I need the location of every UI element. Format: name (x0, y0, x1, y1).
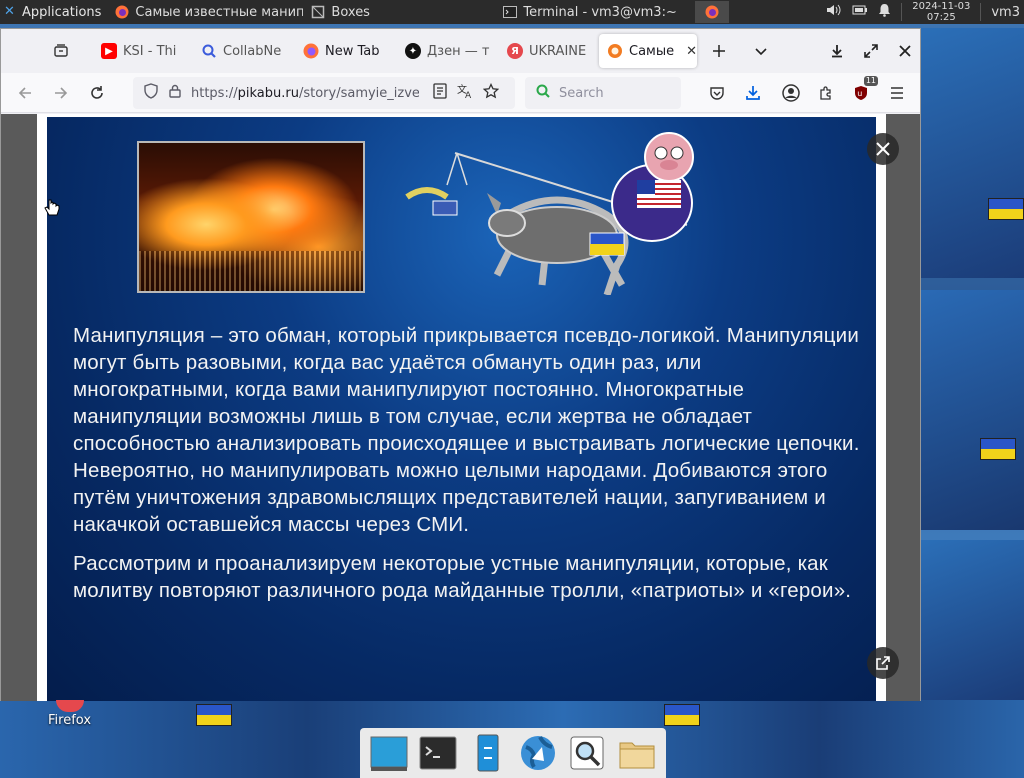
user-menu[interactable]: vm3 (991, 5, 1020, 20)
account-avatar-icon[interactable] (777, 79, 805, 107)
firefox-window: ▶ KSI - Thi CollabNe New Tab ✦ Дзен — т … (0, 28, 921, 701)
url-text[interactable]: https://pikabu.ru/story/samyie_izvest (191, 86, 419, 101)
dzen-icon: ✦ (405, 43, 421, 59)
back-arrow-icon[interactable] (11, 79, 39, 107)
pocket-icon[interactable] (703, 79, 731, 107)
tab-ksi[interactable]: ▶ KSI - Thi (93, 34, 189, 68)
close-tab-icon[interactable]: ✕ (686, 44, 697, 59)
boxes-icon (311, 5, 325, 19)
open-external-icon[interactable] (867, 647, 899, 679)
slide-text: Манипуляция – это обман, который прикрыв… (73, 322, 863, 604)
top-panel: ✕ Applications Самые известные манип... … (0, 0, 1024, 24)
battery-icon[interactable] (852, 4, 868, 20)
new-tab-plus-icon[interactable] (707, 39, 731, 63)
clock[interactable]: 2024-11-03 07:25 (912, 1, 970, 23)
cartoon-illustration (405, 132, 694, 295)
tab-new-tab[interactable]: New Tab (295, 34, 393, 68)
ukraine-flag-icon (664, 704, 700, 726)
minimize-download-icon[interactable] (825, 39, 849, 63)
slide-paragraph-2: Рассмотрим и проанализируем некоторые ус… (73, 552, 852, 602)
web-browser-icon[interactable] (516, 731, 560, 775)
show-desktop-icon[interactable] (367, 731, 411, 775)
dock (360, 728, 666, 778)
tab-ukraine[interactable]: Я UKRAINE (499, 34, 595, 68)
terminal-icon[interactable] (416, 731, 460, 775)
search-bar[interactable]: Search (525, 77, 681, 109)
page-content: Манипуляция – это обман, который прикрыв… (1, 114, 920, 701)
yandex-icon: Я (507, 43, 523, 59)
reader-view-icon[interactable] (433, 83, 447, 103)
navigation-toolbar: https://pikabu.ru/story/samyie_izvest 文A… (1, 73, 920, 113)
firefox-icon (705, 5, 719, 19)
extensions-puzzle-icon[interactable] (812, 79, 840, 107)
translate-icon[interactable]: 文A (457, 83, 473, 103)
panel-separator (901, 3, 903, 21)
ukraine-flag-icon (980, 438, 1016, 460)
notification-bell-icon[interactable] (878, 3, 891, 21)
taskbar-item-firefox[interactable]: Самые известные манип... (107, 1, 303, 23)
ukraine-flag-icon (988, 198, 1024, 220)
ublock-origin-icon[interactable]: u 11 (847, 76, 878, 107)
crowd-silhouette (139, 251, 363, 291)
search-input[interactable]: Search (559, 86, 604, 101)
tab-pikabu-active[interactable]: Самые ✕ (599, 34, 697, 68)
wallpaper-cartoon-2 (920, 290, 1024, 530)
url-bar[interactable]: https://pikabu.ru/story/samyie_izvest 文A (133, 77, 515, 109)
downloads-icon[interactable] (739, 79, 767, 107)
lock-icon[interactable] (169, 84, 181, 102)
reload-icon[interactable] (83, 79, 111, 107)
close-window-icon[interactable] (893, 39, 917, 63)
tab-dzen[interactable]: ✦ Дзен — т (397, 34, 495, 68)
taskbar-item-terminal[interactable]: Terminal - vm3@vm3:~ (495, 1, 695, 23)
bookmark-star-icon[interactable] (482, 82, 500, 103)
hand-cursor-icon (44, 198, 60, 222)
panel-separator (980, 3, 982, 21)
svg-text:A: A (465, 91, 472, 99)
applications-menu[interactable]: ✕ Applications (0, 0, 107, 24)
ukraine-flag-icon (196, 704, 232, 726)
file-manager-icon[interactable] (466, 731, 510, 775)
svg-text:u: u (857, 89, 862, 98)
lightbox-close-icon[interactable] (867, 133, 899, 165)
lightbox-image[interactable]: Манипуляция – это обман, который прикрыв… (47, 117, 876, 701)
wallpaper-cartoon-1 (920, 28, 1024, 278)
app-finder-icon[interactable] (565, 731, 609, 775)
tracking-protection-shield-icon[interactable] (143, 83, 159, 103)
maximize-icon[interactable] (859, 39, 883, 63)
extension-badge: 11 (863, 76, 878, 86)
list-all-tabs-chevron-icon[interactable] (749, 39, 773, 63)
tab-collabnet[interactable]: CollabNe (193, 34, 291, 68)
taskbar-item-firefox-active[interactable] (695, 1, 730, 23)
search-engine-icon[interactable] (535, 83, 551, 103)
slide-paragraph-1: Манипуляция – это обман, который прикрыв… (73, 324, 860, 536)
hamburger-menu-icon[interactable] (883, 79, 911, 107)
xfce-logo-icon: ✕ (4, 4, 15, 19)
youtube-icon: ▶ (101, 43, 117, 59)
fire-photo (137, 141, 365, 293)
applications-label: Applications (22, 4, 102, 20)
pikabu-icon (607, 43, 623, 59)
volume-icon[interactable] (826, 3, 842, 21)
forward-arrow-icon[interactable] (47, 79, 75, 107)
search-icon (201, 43, 217, 59)
firefox-view-icon[interactable] (49, 39, 73, 63)
terminal-icon (503, 5, 518, 19)
tab-bar: ▶ KSI - Thi CollabNe New Tab ✦ Дзен — т … (1, 29, 920, 73)
desktop-firefox-label[interactable]: Firefox (48, 713, 91, 728)
firefox-icon (303, 43, 319, 59)
firefox-icon (115, 5, 129, 19)
taskbar-item-boxes[interactable]: Boxes (303, 1, 495, 23)
wallpaper-cartoon-3 (920, 540, 1024, 700)
folder-icon[interactable] (615, 731, 659, 775)
